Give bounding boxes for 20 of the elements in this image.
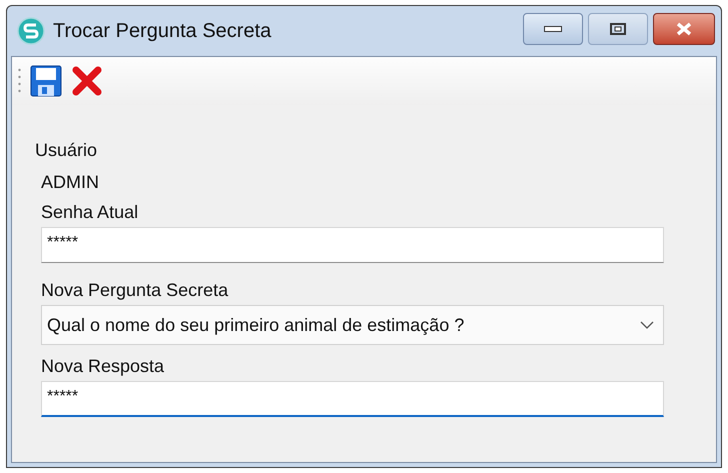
field-label: Senha Atual — [41, 201, 138, 224]
field-label: Nova Resposta — [41, 355, 164, 378]
password-field[interactable]: ***** — [41, 227, 664, 263]
minimize-icon — [544, 26, 562, 32]
minimize-button[interactable] — [523, 13, 583, 45]
app-logo-icon — [17, 17, 45, 45]
close-button[interactable] — [653, 13, 715, 45]
password-field[interactable]: ***** — [41, 381, 664, 417]
delete-icon[interactable] — [71, 65, 103, 97]
user-name: ADMIN — [41, 171, 99, 194]
question-dropdown[interactable]: Qual o nome do seu primeiro animal de estimação ? — [41, 305, 664, 345]
chevron-down-icon — [640, 321, 654, 329]
field-label: Nova Pergunta Secreta — [41, 279, 228, 302]
close-icon — [675, 22, 693, 36]
field-label: Usuário — [35, 139, 98, 162]
save-icon[interactable] — [30, 65, 62, 97]
maximize-button[interactable] — [588, 13, 648, 45]
maximize-icon — [610, 23, 626, 35]
grip-icon — [18, 68, 21, 94]
window-title: Trocar Pergunta Secreta — [53, 19, 272, 44]
